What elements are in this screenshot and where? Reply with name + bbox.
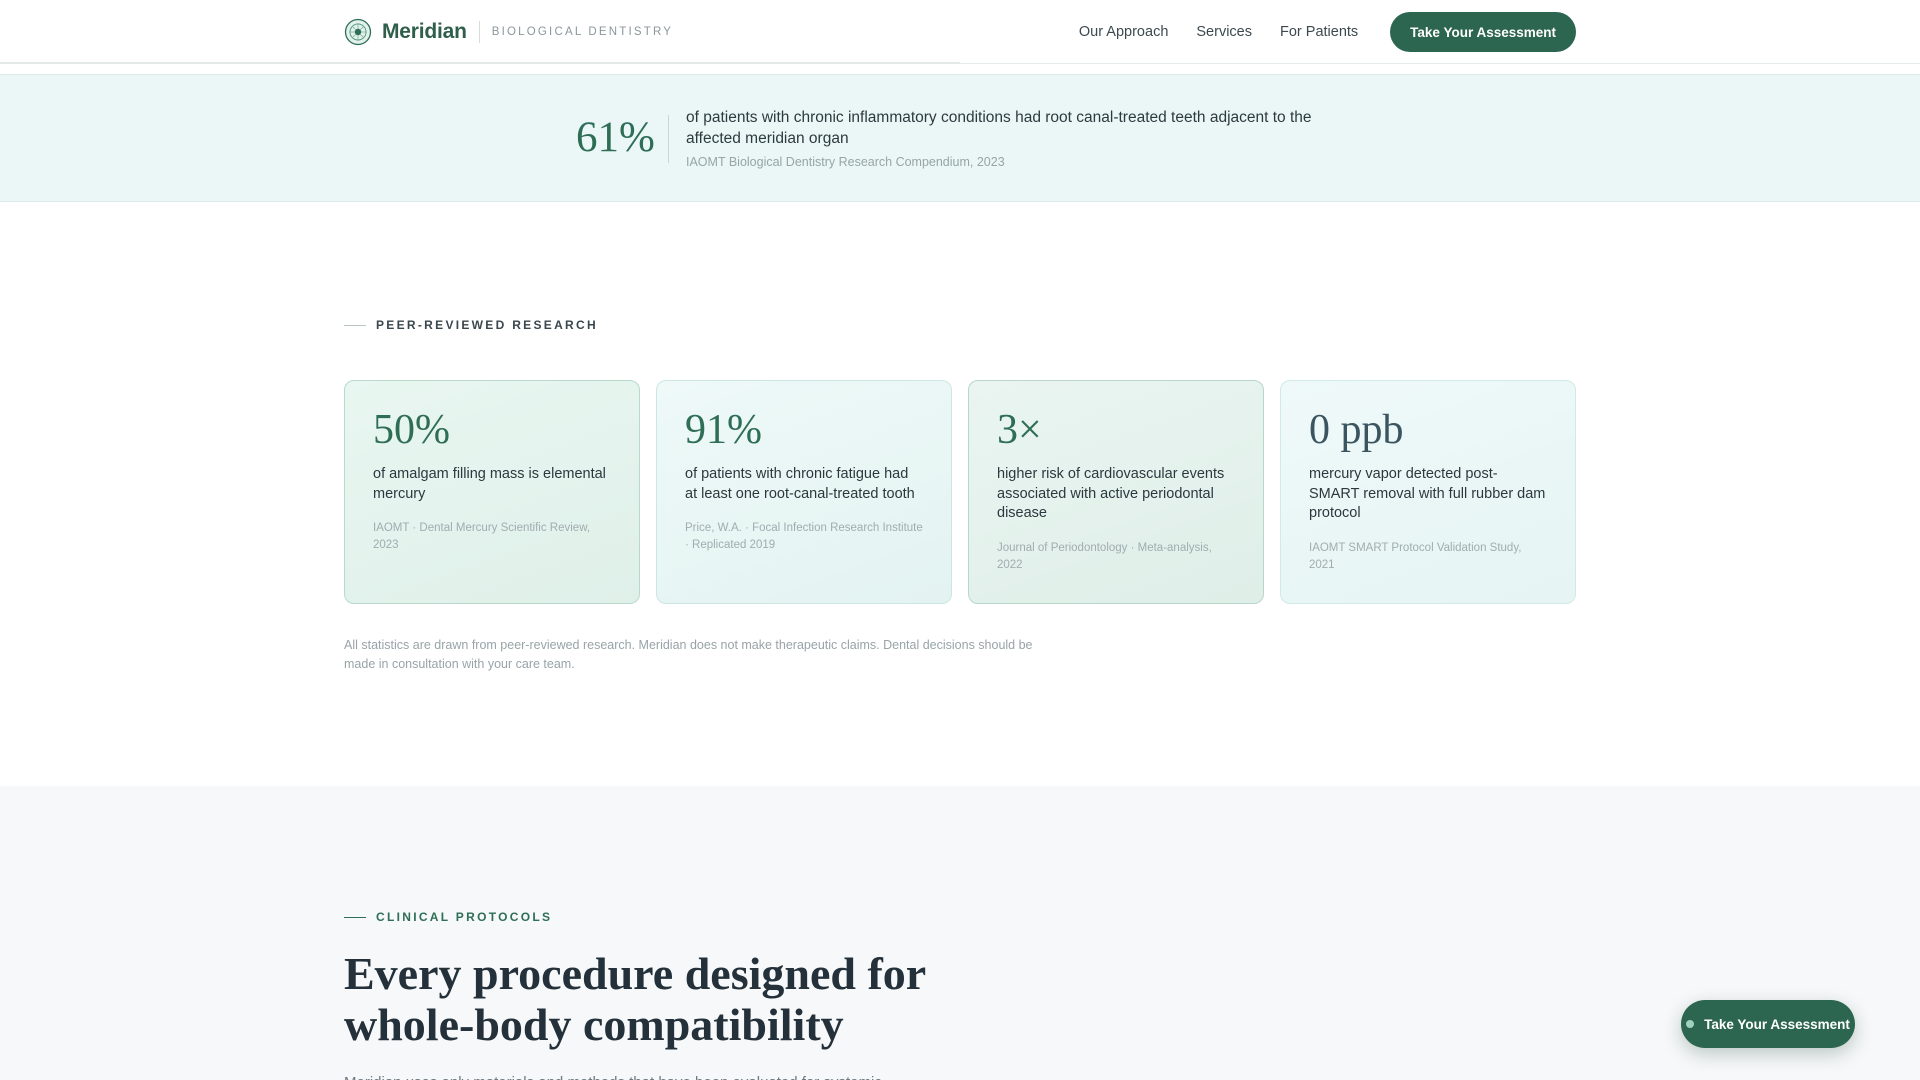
card-stat-description: of amalgam filling mass is elemental mer… bbox=[373, 466, 606, 502]
card-stat-source: Price, W.A. · Focal Infection Research I… bbox=[685, 522, 923, 551]
brand-tagline: BIOLOGICAL DENTISTRY bbox=[491, 26, 674, 38]
eyebrow-rule bbox=[344, 916, 366, 918]
research-disclaimer: All statistics are drawn from peer-revie… bbox=[344, 638, 1033, 671]
brand-divider bbox=[478, 21, 480, 43]
floating-assessment-button[interactable]: Take Your Assessment bbox=[1681, 1000, 1855, 1048]
card-stat-value: 3× bbox=[997, 407, 1042, 453]
banner-stat-value: 61% bbox=[576, 114, 655, 161]
card-stat-source: IAOMT SMART Protocol Validation Study, 2… bbox=[1309, 541, 1522, 571]
floating-assessment-label: Take Your Assessment bbox=[1704, 1016, 1850, 1032]
card-stat-source: IAOMT · Dental Mercury Scientific Review… bbox=[373, 522, 591, 551]
card-stat-value: 50% bbox=[373, 407, 450, 453]
brand-name: Meridian bbox=[382, 20, 467, 43]
research-card: 3× higher risk of cardiovascular events … bbox=[968, 380, 1264, 604]
research-eyebrow-label: PEER-REVIEWED RESEARCH bbox=[376, 318, 598, 332]
protocols-eyebrow: CLINICAL PROTOCOLS bbox=[344, 910, 552, 924]
card-stat-description: higher risk of cardiovascular events ass… bbox=[997, 466, 1225, 521]
brand[interactable]: Meridian BIOLOGICAL DENTISTRY bbox=[344, 0, 673, 64]
status-dot-icon bbox=[1686, 1020, 1695, 1028]
banner-divider bbox=[668, 115, 669, 163]
main-nav: Our Approach Services For Patients Take … bbox=[1051, 12, 1576, 52]
research-eyebrow: PEER-REVIEWED RESEARCH bbox=[344, 318, 598, 332]
research-cards: 50% of amalgam filling mass is elemental… bbox=[344, 380, 1576, 604]
card-stat-source: Journal of Periodontology · Meta-analysi… bbox=[997, 541, 1212, 571]
header-inner: Meridian BIOLOGICAL DENTISTRY Our Approa… bbox=[344, 0, 1576, 64]
site-header: Meridian BIOLOGICAL DENTISTRY Our Approa… bbox=[0, 0, 1920, 64]
nav-link-for-patients[interactable]: For Patients bbox=[1280, 24, 1358, 40]
card-stat-value: 0 ppb bbox=[1309, 407, 1404, 453]
card-stat-value: 91% bbox=[685, 407, 762, 453]
banner-stat-source: IAOMT Biological Dentistry Research Comp… bbox=[686, 155, 1005, 169]
scroll-progress-bar bbox=[0, 62, 960, 64]
research-card: 50% of amalgam filling mass is elemental… bbox=[344, 380, 640, 604]
banner-stat-text: of patients with chronic inflammatory co… bbox=[686, 109, 1312, 147]
meridian-logo-icon bbox=[344, 18, 372, 46]
protocols-heading: Every procedure designed for whole-body … bbox=[344, 948, 926, 1050]
eyebrow-rule bbox=[344, 324, 366, 326]
card-stat-description: mercury vapor detected post-SMART remova… bbox=[1309, 466, 1546, 521]
research-card: 91% of patients with chronic fatigue had… bbox=[656, 380, 952, 604]
protocols-lead: Meridian uses only materials and methods… bbox=[344, 1072, 964, 1080]
protocols-eyebrow-label: CLINICAL PROTOCOLS bbox=[376, 910, 553, 924]
card-stat-description: of patients with chronic fatigue had at … bbox=[685, 466, 915, 502]
nav-link-our-approach[interactable]: Our Approach bbox=[1079, 24, 1168, 40]
research-card: 0 ppb mercury vapor detected post-SMART … bbox=[1280, 380, 1576, 604]
stat-banner: 61% of patients with chronic inflammator… bbox=[0, 74, 1920, 202]
nav-link-services[interactable]: Services bbox=[1196, 24, 1252, 40]
header-assessment-button[interactable]: Take Your Assessment bbox=[1390, 12, 1576, 52]
